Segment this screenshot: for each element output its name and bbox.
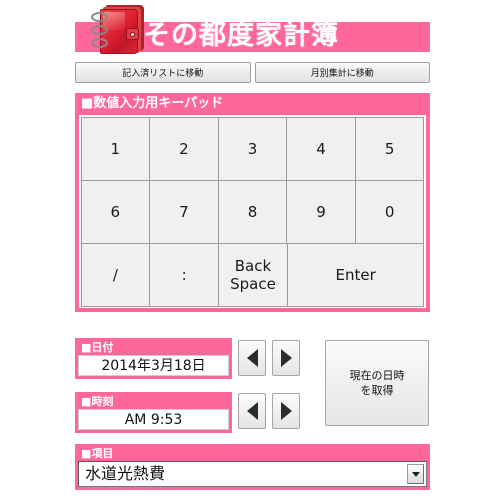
keypad-panel: ■数値入力用キーパッド 1 2 3 4 5 6 7 8 9 0 / : Back…	[75, 93, 430, 312]
notebook-icon	[90, 3, 148, 57]
goto-entry-list-button[interactable]: 記入済リストに移動	[75, 62, 251, 83]
triangle-left-icon	[246, 349, 258, 367]
date-label: ■日付	[81, 341, 114, 354]
key-enter[interactable]: Enter	[286, 242, 425, 307]
key-7[interactable]: 7	[149, 179, 219, 244]
time-input[interactable]: AM 9:53	[78, 409, 229, 430]
now-button-line2: を取得	[360, 384, 394, 397]
time-field-block: ■時刻 AM 9:53	[75, 392, 232, 433]
date-input[interactable]: 2014年3月18日	[78, 355, 229, 376]
time-next-button[interactable]	[272, 393, 300, 429]
top-navigation: 記入済リストに移動 月別集計に移動	[75, 62, 430, 83]
key-colon[interactable]: :	[149, 242, 220, 307]
item-select-value: 水道光熱費	[85, 464, 166, 483]
page-title: その都度家計簿	[143, 20, 339, 51]
key-8[interactable]: 8	[217, 179, 288, 244]
key-backspace[interactable]: Back Space	[218, 242, 288, 307]
key-4[interactable]: 4	[286, 116, 356, 181]
key-2[interactable]: 2	[149, 116, 219, 181]
keypad-row: 6 7 8 9 0	[80, 179, 425, 244]
keypad-row: 1 2 3 4 5	[80, 116, 425, 181]
time-label: ■時刻	[81, 395, 114, 408]
date-prev-button[interactable]	[238, 340, 266, 376]
item-select[interactable]: 水道光熱費	[78, 461, 427, 487]
app-header: その都度家計簿	[0, 0, 500, 58]
triangle-left-icon	[246, 402, 258, 420]
triangle-right-icon	[280, 402, 292, 420]
get-current-datetime-button[interactable]: 現在の日時 を取得	[325, 340, 429, 426]
triangle-right-icon	[280, 349, 292, 367]
app-root: その都度家計簿 記入済リストに移動 月別集計に移動 ■数値入力用キーパッド 1 …	[0, 0, 500, 500]
keypad-row: / : Back Space Enter	[80, 242, 425, 307]
goto-monthly-summary-button[interactable]: 月別集計に移動	[254, 62, 430, 83]
date-field-block: ■日付 2014年3月18日	[75, 338, 232, 379]
item-label: ■項目	[81, 447, 114, 460]
key-6[interactable]: 6	[80, 179, 151, 244]
now-button-label: 現在の日時 を取得	[350, 368, 405, 398]
numeric-keypad: 1 2 3 4 5 6 7 8 9 0 / : Back Space Enter	[79, 115, 426, 308]
item-field-block: ■項目 水道光熱費	[75, 444, 430, 490]
chevron-down-icon[interactable]	[407, 464, 424, 484]
time-row: ■時刻 AM 9:53	[75, 392, 300, 433]
date-row: ■日付 2014年3月18日	[75, 338, 300, 379]
time-prev-button[interactable]	[238, 393, 266, 429]
now-button-line1: 現在の日時	[349, 369, 405, 382]
key-slash[interactable]: /	[80, 242, 151, 307]
key-9[interactable]: 9	[286, 179, 356, 244]
key-5[interactable]: 5	[354, 116, 425, 181]
key-0[interactable]: 0	[354, 179, 425, 244]
key-1[interactable]: 1	[80, 116, 151, 181]
date-next-button[interactable]	[272, 340, 300, 376]
key-3[interactable]: 3	[217, 116, 288, 181]
keypad-panel-title: ■数値入力用キーパッド	[75, 93, 430, 115]
